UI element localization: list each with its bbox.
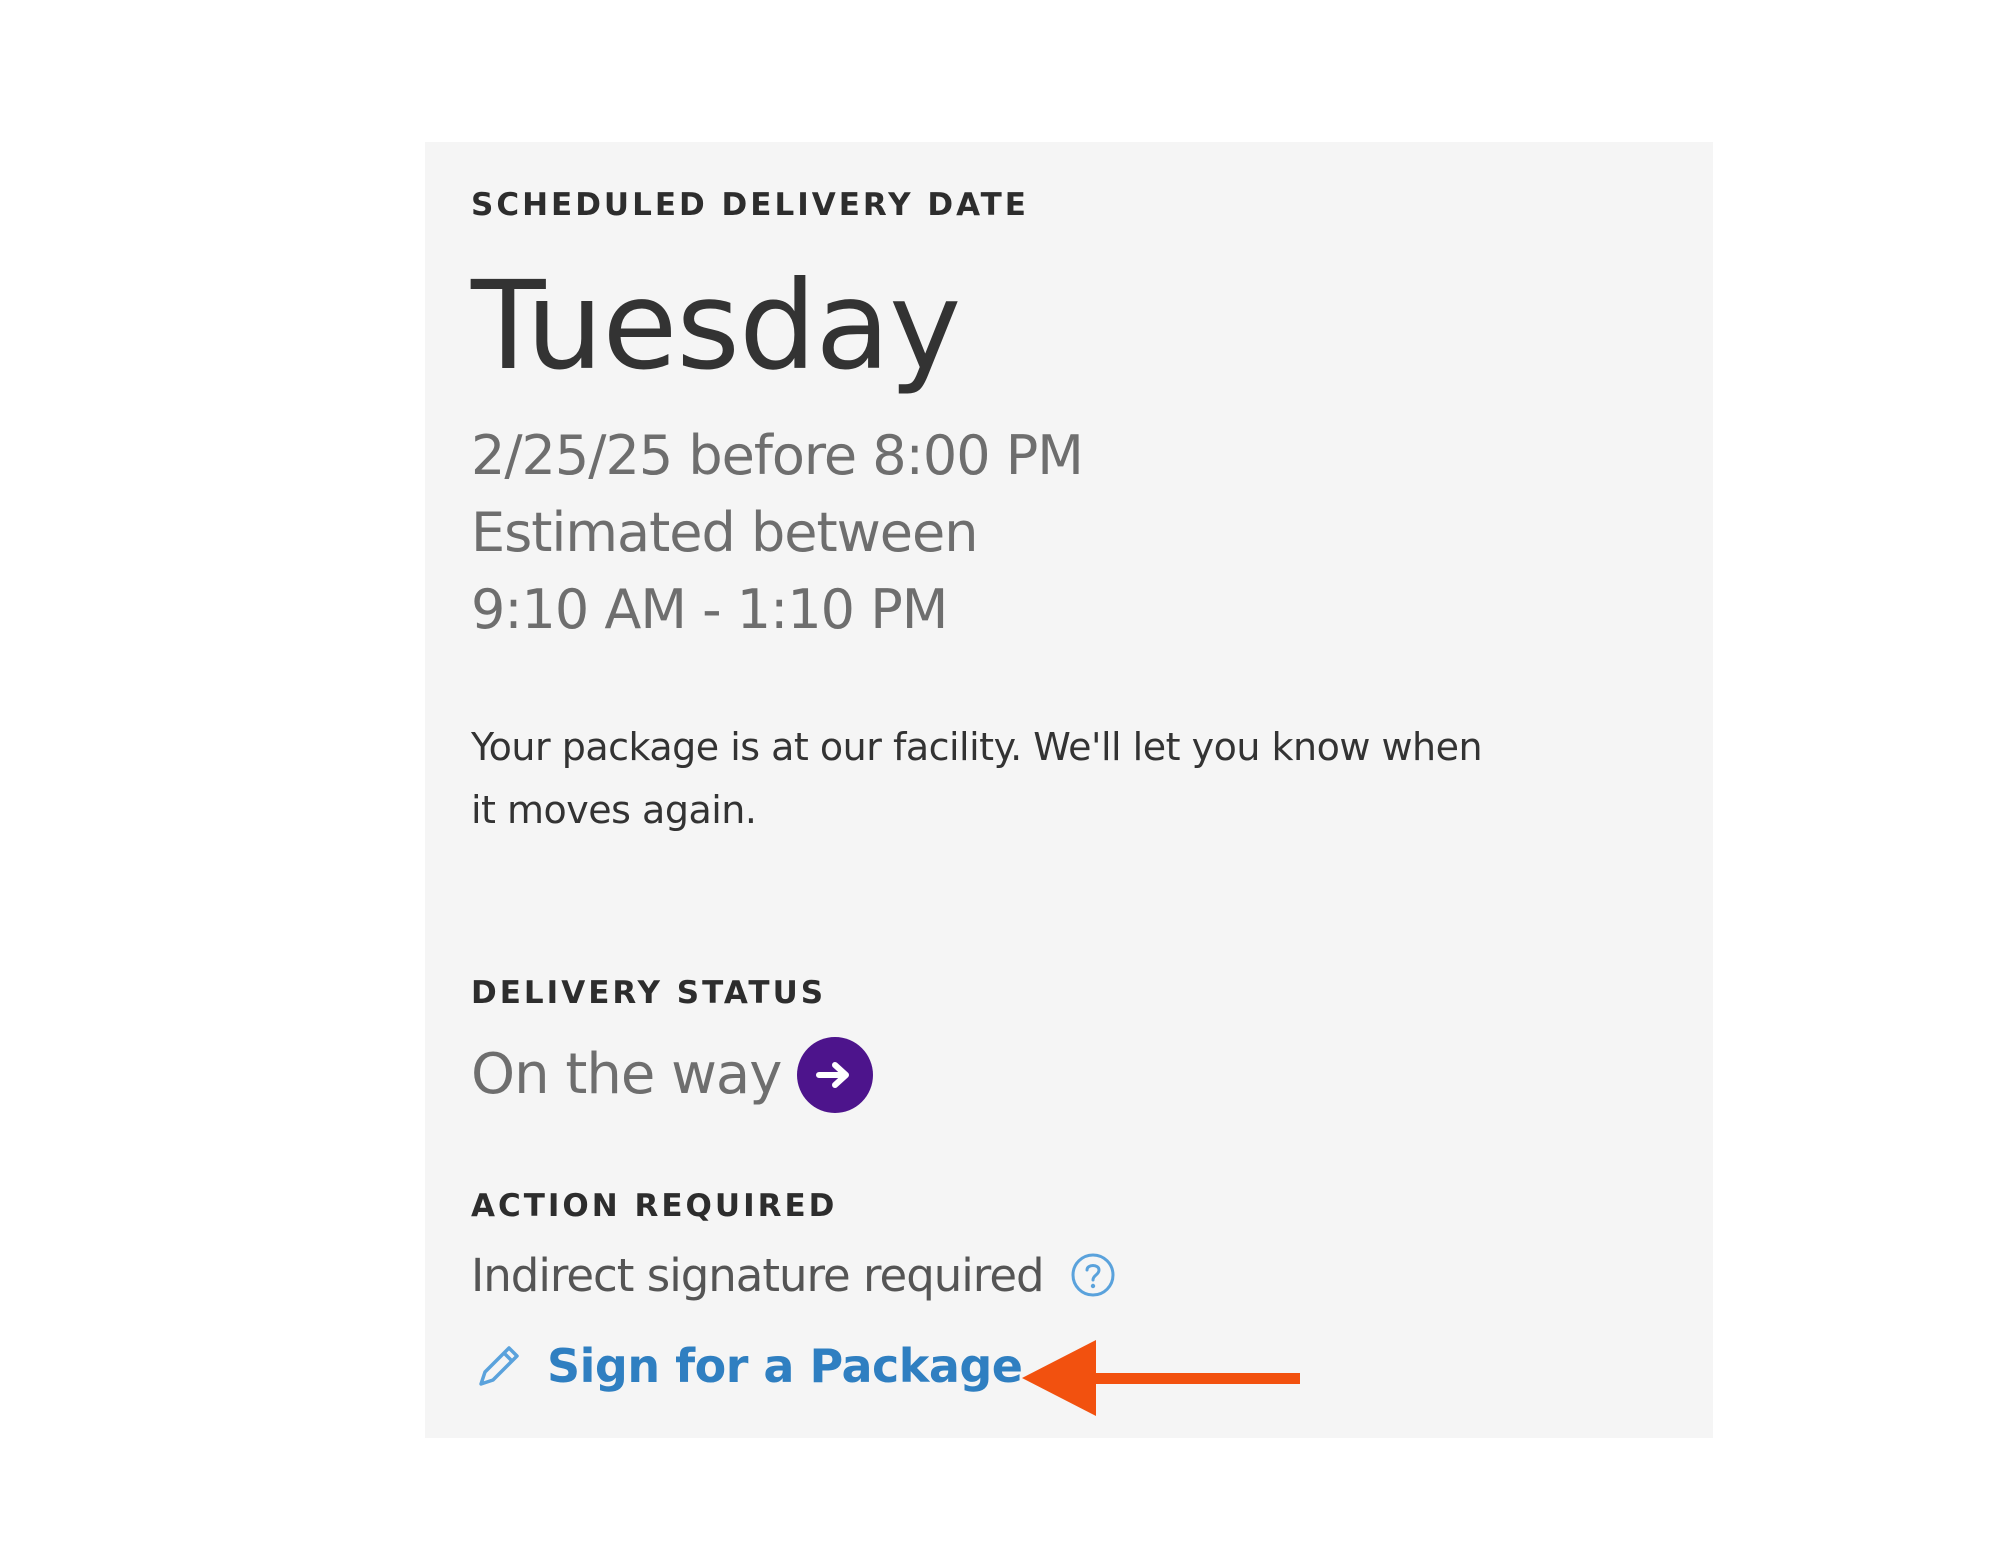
delivery-status-value: On the way: [471, 1042, 782, 1107]
delivery-status-section: DELIVERY STATUS On the way: [471, 978, 1667, 1113]
delivery-status-row: On the way: [471, 1037, 1667, 1113]
scheduled-delivery-label: SCHEDULED DELIVERY DATE: [471, 187, 1029, 223]
delivery-info-card: SCHEDULED DELIVERY DATE Tuesday 2/25/25 …: [425, 142, 1713, 1438]
delivery-day: Tuesday: [471, 255, 961, 397]
delivery-estimate-line-2: 9:10 AM - 1:10 PM: [471, 578, 948, 641]
signature-requirement-row: Indirect signature required: [471, 1252, 1667, 1298]
delivery-date-details: 2/25/25 before 8:00 PM Estimated between…: [471, 417, 1667, 648]
delivery-estimate-line-1: Estimated between: [471, 501, 978, 564]
delivery-status-label: DELIVERY STATUS: [471, 975, 827, 1011]
delivery-date-line: 2/25/25 before 8:00 PM: [471, 424, 1084, 487]
question-circle-icon[interactable]: [1070, 1252, 1116, 1298]
arrow-right-circle-icon: [797, 1037, 874, 1113]
signature-requirement-text: Indirect signature required: [471, 1248, 1045, 1302]
pencil-icon[interactable]: [471, 1338, 527, 1394]
package-status-message: Your package is at our facility. We'll l…: [471, 725, 1483, 832]
orange-arrow-icon: [1020, 1338, 1300, 1423]
action-required-label: ACTION REQUIRED: [471, 1188, 838, 1224]
sign-for-package-link[interactable]: Sign for a Package: [547, 1343, 1023, 1389]
